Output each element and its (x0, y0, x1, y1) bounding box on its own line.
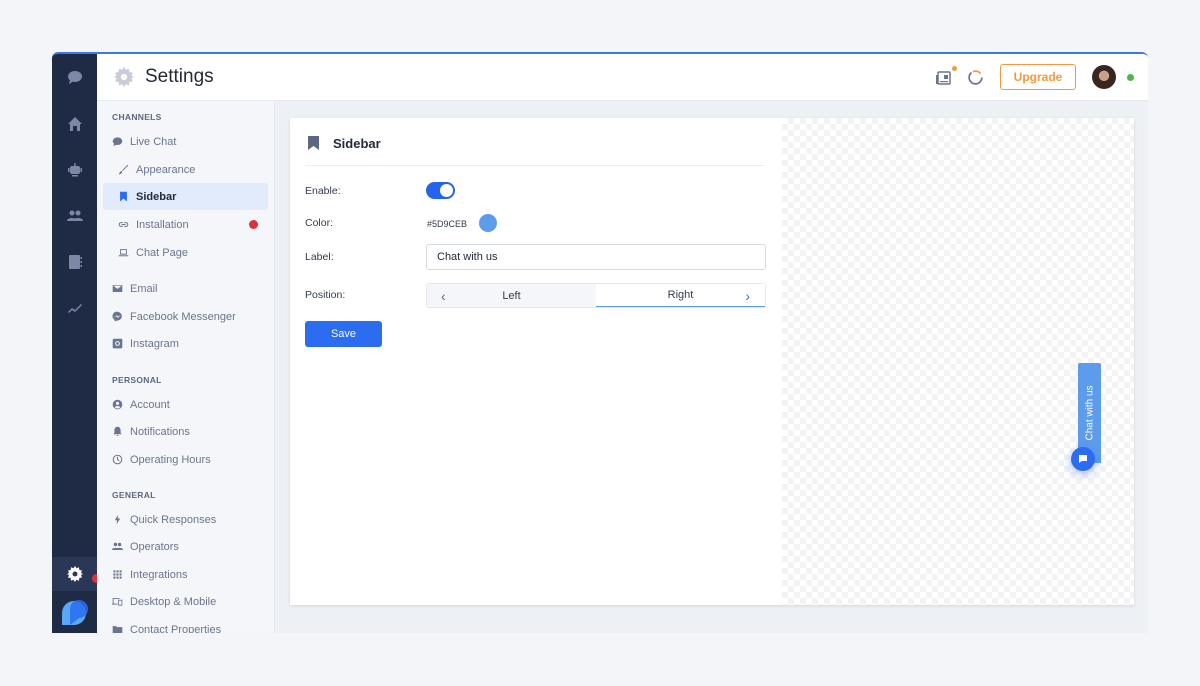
clock-icon (112, 454, 123, 465)
bookmark-icon (308, 136, 319, 150)
position-selector: ‹ Left Right › (426, 283, 766, 308)
page-title: Settings (145, 66, 214, 87)
nav-item-operating-hours[interactable]: Operating Hours (103, 446, 268, 473)
installation-alert-dot (249, 220, 258, 229)
nav-item-contact-properties[interactable]: Contact Properties (103, 616, 268, 633)
settings-icon (66, 566, 83, 582)
nav-item-instagram[interactable]: Instagram (103, 330, 268, 357)
label-input[interactable] (426, 244, 766, 270)
rail-home-button[interactable] (52, 109, 97, 139)
bolt-icon (114, 514, 121, 525)
link-icon (118, 222, 129, 227)
rail-contacts-button[interactable] (52, 247, 97, 277)
nav-item-appearance[interactable]: Appearance (103, 156, 268, 183)
enable-toggle[interactable] (426, 182, 455, 199)
nav-item-account[interactable]: Account (103, 391, 268, 418)
contacts-icon (68, 255, 82, 269)
toggle-knob (440, 184, 453, 197)
preview-chat-bubble[interactable] (1071, 447, 1095, 471)
upgrade-button[interactable]: Upgrade (1000, 64, 1076, 90)
news-badge-dot (952, 66, 957, 71)
icon-rail (52, 54, 101, 633)
brand-logo-icon (62, 600, 88, 625)
devices-icon (112, 598, 123, 606)
color-swatch[interactable] (479, 214, 497, 232)
nav-item-notifications[interactable]: Notifications (103, 418, 268, 445)
mail-icon (112, 285, 123, 292)
chevron-left-icon[interactable]: ‹ (441, 289, 446, 303)
users-icon (112, 542, 123, 550)
bookmark-icon (120, 191, 127, 202)
sidebar-settings-card: Sidebar Enable: Color: #5D9CEB Label: Po… (290, 118, 1134, 605)
position-right-option[interactable]: Right › (596, 284, 765, 307)
save-button[interactable]: Save (305, 321, 382, 347)
sidebar-form: Sidebar Enable: Color: #5D9CEB Label: Po… (290, 118, 782, 605)
rail-settings-button[interactable] (52, 557, 97, 591)
color-hex-value: #5D9CEB (427, 219, 468, 229)
rail-analytics-button[interactable] (52, 293, 97, 323)
bell-icon (113, 426, 122, 436)
online-status (1127, 74, 1134, 81)
chevron-right-icon[interactable]: › (745, 289, 750, 303)
laptop-icon (118, 249, 129, 257)
chat-icon (1079, 455, 1087, 463)
section-general-title: GENERAL (112, 490, 156, 500)
widget-preview: Chat with us (782, 118, 1134, 605)
chat-icon (67, 71, 82, 84)
news-icon[interactable] (935, 70, 951, 86)
app-window: Settings Upgrade CHANNELS Live Chat Appe… (52, 52, 1148, 633)
analytics-icon (67, 304, 82, 313)
grid-icon (113, 570, 122, 579)
nav-item-quick-responses[interactable]: Quick Responses (103, 506, 268, 533)
home-icon (67, 117, 82, 131)
folder-icon (112, 626, 123, 633)
settings-nav: CHANNELS Live Chat Appearance Sidebar In… (97, 101, 275, 633)
nav-item-operators[interactable]: Operators (103, 533, 268, 560)
nav-item-email[interactable]: Email (103, 275, 268, 302)
nav-item-live-chat[interactable]: Live Chat (103, 128, 268, 155)
nav-item-installation[interactable]: Installation (103, 211, 268, 238)
position-left-option[interactable]: ‹ Left (427, 284, 596, 307)
rail-users-button[interactable] (52, 201, 97, 231)
nav-item-integrations[interactable]: Integrations (103, 561, 268, 588)
section-channels-title: CHANNELS (112, 112, 162, 122)
progress-ring-icon[interactable] (967, 69, 984, 86)
brush-icon (118, 164, 129, 175)
label-label: Label: (305, 251, 334, 263)
top-bar: Settings Upgrade (97, 54, 1148, 101)
section-personal-title: PERSONAL (112, 375, 162, 385)
preview-tab-label: Chat with us (1084, 385, 1095, 441)
nav-item-sidebar[interactable]: Sidebar (103, 183, 268, 210)
instagram-icon (112, 338, 123, 349)
avatar[interactable] (1092, 65, 1116, 89)
rail-chat-button[interactable] (52, 62, 97, 92)
bot-icon (67, 163, 82, 177)
form-title: Sidebar (333, 136, 381, 151)
enable-label: Enable: (305, 185, 341, 197)
nav-item-desktop-mobile[interactable]: Desktop & Mobile (103, 588, 268, 615)
nav-item-chat-page[interactable]: Chat Page (103, 239, 268, 266)
form-header: Sidebar (305, 134, 765, 166)
messenger-icon (112, 311, 122, 322)
color-label: Color: (305, 217, 334, 229)
nav-item-facebook-messenger[interactable]: Facebook Messenger (103, 303, 268, 330)
settings-gear-icon (114, 67, 134, 87)
account-icon (112, 399, 123, 410)
chat-icon (112, 137, 123, 147)
position-label: Position: (305, 289, 346, 301)
users-icon (66, 210, 83, 221)
rail-bot-button[interactable] (52, 155, 97, 185)
